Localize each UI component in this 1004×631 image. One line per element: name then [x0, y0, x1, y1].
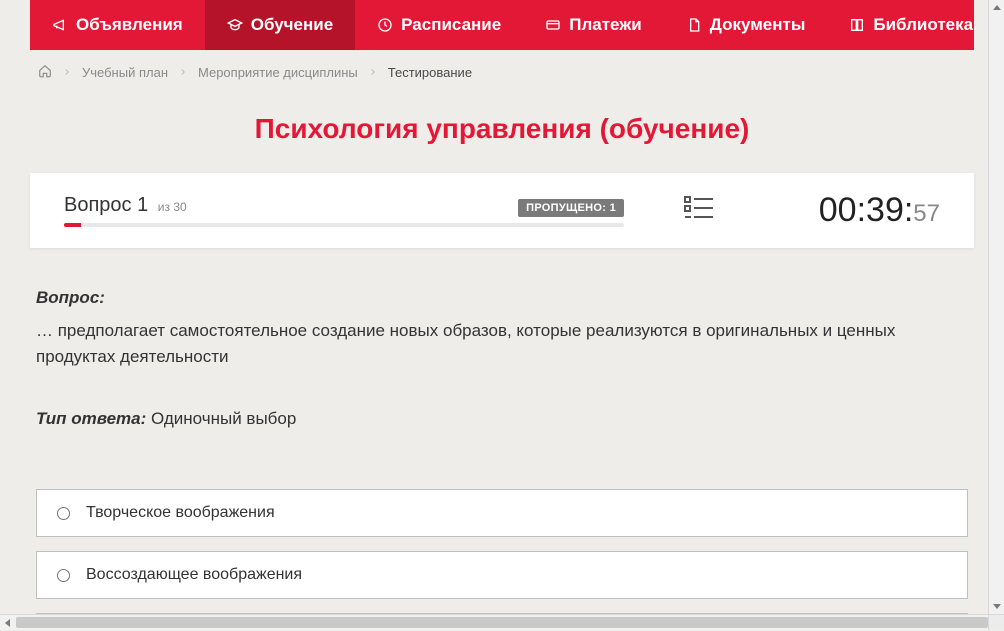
question-heading: Вопрос: — [36, 288, 968, 308]
answer-label: Творческое воображения — [86, 504, 275, 522]
answer-label: Воссоздающее воображения — [86, 566, 302, 584]
nav-library[interactable]: Библиотека — [827, 0, 1004, 50]
nav-item-label: Библиотека — [873, 15, 973, 35]
chevron-right-icon — [368, 65, 378, 80]
card-icon — [545, 17, 561, 33]
breadcrumb-event[interactable]: Мероприятие дисциплины — [198, 65, 358, 80]
nav-item-label: Объявления — [76, 15, 183, 35]
question-counter: Вопрос 1 из 30 — [64, 194, 187, 217]
nav-payments[interactable]: Платежи — [523, 0, 664, 50]
doc-icon — [686, 17, 702, 33]
clock-icon — [377, 17, 393, 33]
nav-item-label: Обучение — [251, 15, 333, 35]
progress-bar — [64, 223, 624, 227]
nav-announcements[interactable]: Объявления — [30, 0, 205, 50]
answer-radio[interactable] — [57, 507, 70, 520]
breadcrumb-home[interactable] — [38, 64, 52, 81]
horizontal-scrollbar[interactable] — [0, 614, 1004, 630]
nav-education[interactable]: Обучение — [205, 0, 355, 50]
answer-option[interactable]: Творческое воображения — [36, 489, 968, 537]
nav-item-label: Платежи — [569, 15, 642, 35]
answer-radio[interactable] — [57, 569, 70, 582]
breadcrumb: Учебный план Мероприятие дисциплины Тест… — [30, 50, 974, 95]
scrollbar-thumb[interactable] — [16, 617, 988, 628]
scroll-down-icon[interactable] — [989, 598, 1004, 614]
megaphone-icon — [52, 17, 68, 33]
answer-type: Тип ответа: Одиночный выбор — [36, 409, 968, 429]
scrollbar-corner — [988, 614, 1004, 630]
nav-schedule[interactable]: Расписание — [355, 0, 523, 50]
skipped-badge: ПРОПУЩЕНО: 1 — [518, 199, 624, 217]
question-list-button[interactable] — [684, 195, 714, 226]
graduation-icon — [227, 17, 243, 33]
nav-item-label: Документы — [710, 15, 806, 35]
nav-bar: Объявления Обучение Расписание Платежи — [30, 0, 974, 50]
scroll-left-icon[interactable] — [0, 615, 16, 631]
breadcrumb-curriculum[interactable]: Учебный план — [82, 65, 168, 80]
page-title: Психология управления (обучение) — [30, 113, 974, 145]
vertical-scrollbar[interactable] — [988, 0, 1004, 614]
scroll-up-icon[interactable] — [989, 0, 1004, 16]
chevron-right-icon — [62, 65, 72, 80]
question-text: … предполагает самостоятельное создание … — [36, 318, 968, 369]
book-icon — [849, 17, 865, 33]
chevron-right-icon — [178, 65, 188, 80]
breadcrumb-current: Тестирование — [388, 65, 472, 80]
nav-item-label: Расписание — [401, 15, 501, 35]
status-card: Вопрос 1 из 30 ПРОПУЩЕНО: 1 — [30, 173, 974, 248]
timer: 00:39:57 — [819, 191, 940, 230]
answer-option[interactable]: Воссоздающее воображения — [36, 551, 968, 599]
nav-documents[interactable]: Документы — [664, 0, 828, 50]
